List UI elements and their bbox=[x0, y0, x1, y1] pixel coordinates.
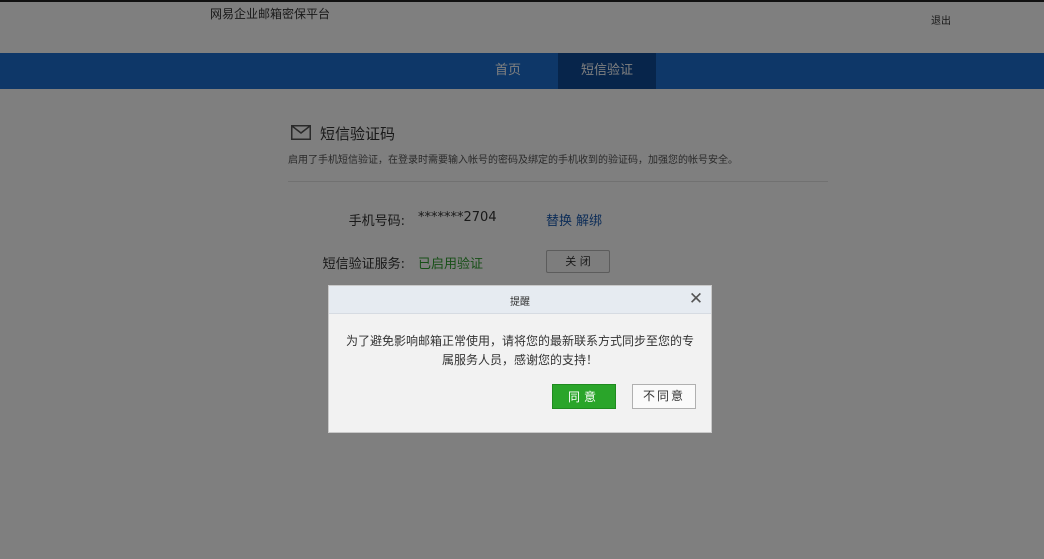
dialog-title: 提醒 bbox=[510, 297, 530, 308]
disagree-button[interactable]: 不同意 bbox=[632, 384, 696, 409]
agree-button[interactable]: 同意 bbox=[552, 384, 616, 409]
dialog-header: 提醒 ✕ bbox=[329, 286, 711, 314]
reminder-dialog: 提醒 ✕ 为了避免影响邮箱正常使用，请将您的最新联系方式同步至您的专属服务人员，… bbox=[328, 285, 712, 433]
dialog-message: 为了避免影响邮箱正常使用，请将您的最新联系方式同步至您的专属服务人员，感谢您的支… bbox=[345, 334, 694, 367]
modal-overlay bbox=[0, 0, 1044, 559]
close-icon[interactable]: ✕ bbox=[687, 288, 705, 310]
